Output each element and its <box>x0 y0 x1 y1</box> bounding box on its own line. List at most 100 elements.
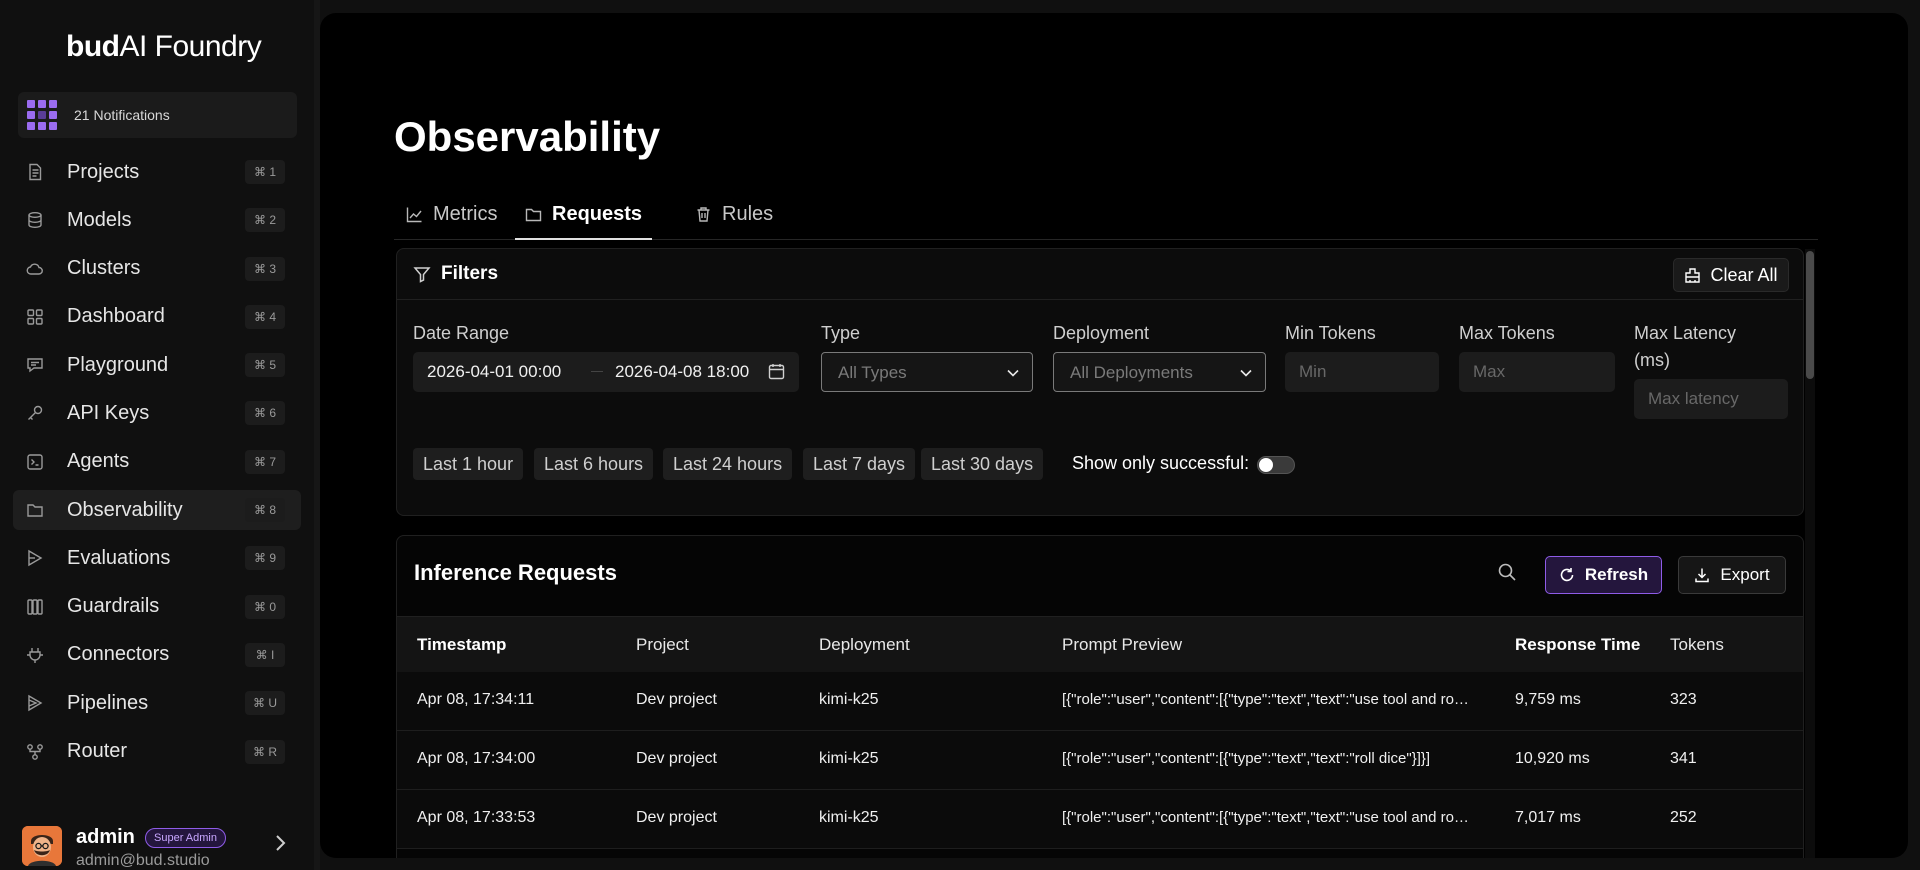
grid-icon <box>26 308 44 326</box>
calendar-icon[interactable] <box>768 363 785 380</box>
date-start[interactable]: 2026-04-01 00:00 <box>427 362 561 382</box>
tab-requests[interactable]: Requests <box>515 191 653 240</box>
eraser-icon <box>1685 267 1701 283</box>
table-header: Timestamp Project Deployment Prompt Prev… <box>397 616 1803 673</box>
shortcut-badge: ⌘ 2 <box>245 208 285 233</box>
shortcut-badge: ⌘ R <box>245 739 285 764</box>
router-icon <box>26 743 44 761</box>
min-tokens-input[interactable] <box>1285 352 1439 392</box>
requests-title: Inference Requests <box>414 560 617 585</box>
tab-rules[interactable]: Rules <box>695 191 773 238</box>
shortcut-badge: ⌘ 8 <box>245 498 285 523</box>
notifications-button[interactable]: 21 Notifications <box>18 92 297 138</box>
quick-range-7d[interactable]: Last 7 days <box>803 448 916 480</box>
sidebar-item-label: API Keys <box>67 401 150 424</box>
deployment-select[interactable]: All Deployments <box>1053 352 1266 392</box>
cell-prompt: [{"role":"user","content":[{"type":"text… <box>1062 750 1431 767</box>
cell-response-time: 10,920 ms <box>1515 750 1590 767</box>
chevron-right-icon[interactable] <box>270 832 290 854</box>
success-toggle-label: Show only successful: <box>1072 453 1250 473</box>
refresh-label: Refresh <box>1584 565 1649 584</box>
type-select[interactable]: All Types <box>821 352 1033 392</box>
shortcut-badge: ⌘ 3 <box>245 256 285 281</box>
terminal-icon <box>26 453 44 471</box>
folder-icon <box>525 206 542 223</box>
main-scrollbar[interactable] <box>1805 249 1815 858</box>
cloud-icon <box>26 260 44 278</box>
sidebar-item-dashboard[interactable]: Dashboard ⌘ 4 <box>13 297 301 337</box>
export-label: Export <box>1720 565 1770 584</box>
avatar <box>22 826 62 866</box>
shortcut-badge: ⌘ 0 <box>245 594 285 619</box>
tab-label: Requests <box>552 203 643 225</box>
shortcut-badge: ⌘ 1 <box>245 160 285 184</box>
table-row[interactable]: Apr 08, 17:34:00 Dev project kimi-k25 [{… <box>397 731 1803 790</box>
column-header-timestamp[interactable]: Timestamp <box>417 635 506 655</box>
user-email: admin@bud.studio <box>76 852 210 869</box>
quick-range-1h[interactable]: Last 1 hour <box>413 448 524 480</box>
main-panel: Observability Metrics Requests Rules Fil… <box>320 13 1908 858</box>
sidebar-item-label: Pipelines <box>67 691 149 714</box>
success-toggle[interactable] <box>1257 456 1295 474</box>
clear-all-label: Clear All <box>1710 264 1778 285</box>
shortcut-badge: ⌘ 5 <box>245 353 285 378</box>
shortcut-badge: ⌘ 6 <box>245 401 285 426</box>
sidebar-item-guardrails[interactable]: Guardrails ⌘ 0 <box>13 587 301 627</box>
sidebar-item-pipelines[interactable]: Pipelines ⌘ U <box>13 683 301 723</box>
date-range-label: Date Range <box>413 323 510 343</box>
date-separator <box>591 371 603 372</box>
max-tokens-label: Max Tokens <box>1459 323 1555 343</box>
plug-icon <box>26 646 44 664</box>
cell-deployment: kimi-k25 <box>819 750 879 767</box>
user-profile[interactable]: admin Super Admin admin@bud.studio <box>22 822 302 870</box>
max-latency-input[interactable] <box>1634 379 1788 419</box>
sidebar-item-router[interactable]: Router ⌘ R <box>13 732 301 772</box>
search-icon[interactable] <box>1497 562 1517 582</box>
sidebar-item-observability[interactable]: Observability ⌘ 8 <box>13 490 301 531</box>
quick-range-6h[interactable]: Last 6 hours <box>534 448 654 480</box>
tab-bar: Metrics Requests Rules <box>394 191 1818 240</box>
shortcut-badge: ⌘ 9 <box>245 546 285 571</box>
clear-all-button[interactable]: Clear All <box>1673 258 1789 292</box>
sidebar-item-projects[interactable]: Projects ⌘ 1 <box>13 152 301 192</box>
table-row[interactable]: Apr 08, 17:34:11 Dev project kimi-k25 [{… <box>397 672 1803 731</box>
column-header-project: Project <box>636 635 689 654</box>
min-tokens-label: Min Tokens <box>1285 323 1376 343</box>
sidebar-item-clusters[interactable]: Clusters ⌘ 3 <box>13 249 301 289</box>
notifications-label: 21 Notifications <box>74 107 170 123</box>
sidebar-item-playground[interactable]: Playground ⌘ 5 <box>13 345 301 385</box>
export-button[interactable]: Export <box>1678 556 1786 594</box>
quick-range-30d[interactable]: Last 30 days <box>921 448 1044 480</box>
shortcut-badge: ⌘ 4 <box>245 304 285 329</box>
sidebar-item-models[interactable]: Models ⌘ 2 <box>13 200 301 240</box>
cell-prompt: [{"role":"user","content":[{"type":"text… <box>1062 691 1472 708</box>
notifications-grid-icon <box>27 100 57 130</box>
refresh-button[interactable]: Refresh <box>1545 556 1662 594</box>
column-header-response-time[interactable]: Response Time <box>1515 635 1640 655</box>
sidebar-item-label: Models <box>67 208 132 231</box>
date-range-picker[interactable]: 2026-04-01 00:00 2026-04-08 18:00 <box>413 352 799 392</box>
sidebar-item-label: Agents <box>67 450 130 473</box>
filters-title-text: Filters <box>441 263 499 284</box>
cell-timestamp: Apr 08, 17:34:00 <box>417 750 536 767</box>
cell-tokens: 323 <box>1670 691 1697 708</box>
max-tokens-input[interactable] <box>1459 352 1615 392</box>
table-row[interactable]: Apr 08, 17:33:53 Dev project kimi-k25 [{… <box>397 790 1803 849</box>
brand-logo[interactable]: budAI Foundry <box>66 30 262 64</box>
type-select-value: All Types <box>838 363 907 382</box>
sidebar-item-label: Clusters <box>67 257 141 280</box>
sidebar-item-label: Guardrails <box>67 595 160 618</box>
page-title: Observability <box>394 113 661 160</box>
sidebar-item-evaluations[interactable]: Evaluations ⌘ 9 <box>13 538 301 578</box>
date-end[interactable]: 2026-04-08 18:00 <box>615 362 749 382</box>
scrollbar-thumb[interactable] <box>1806 251 1814 379</box>
column-header-tokens: Tokens <box>1670 635 1724 654</box>
tab-label: Rules <box>722 203 774 225</box>
sidebar-item-connectors[interactable]: Connectors ⌘ I <box>13 635 301 675</box>
cell-response-time: 9,759 ms <box>1515 691 1581 708</box>
tab-metrics[interactable]: Metrics <box>406 191 497 238</box>
user-name: admin <box>76 826 135 848</box>
sidebar-item-agents[interactable]: Agents ⌘ 7 <box>13 442 301 482</box>
sidebar-item-api-keys[interactable]: API Keys ⌘ 6 <box>13 393 301 433</box>
quick-range-24h[interactable]: Last 24 hours <box>663 448 793 480</box>
